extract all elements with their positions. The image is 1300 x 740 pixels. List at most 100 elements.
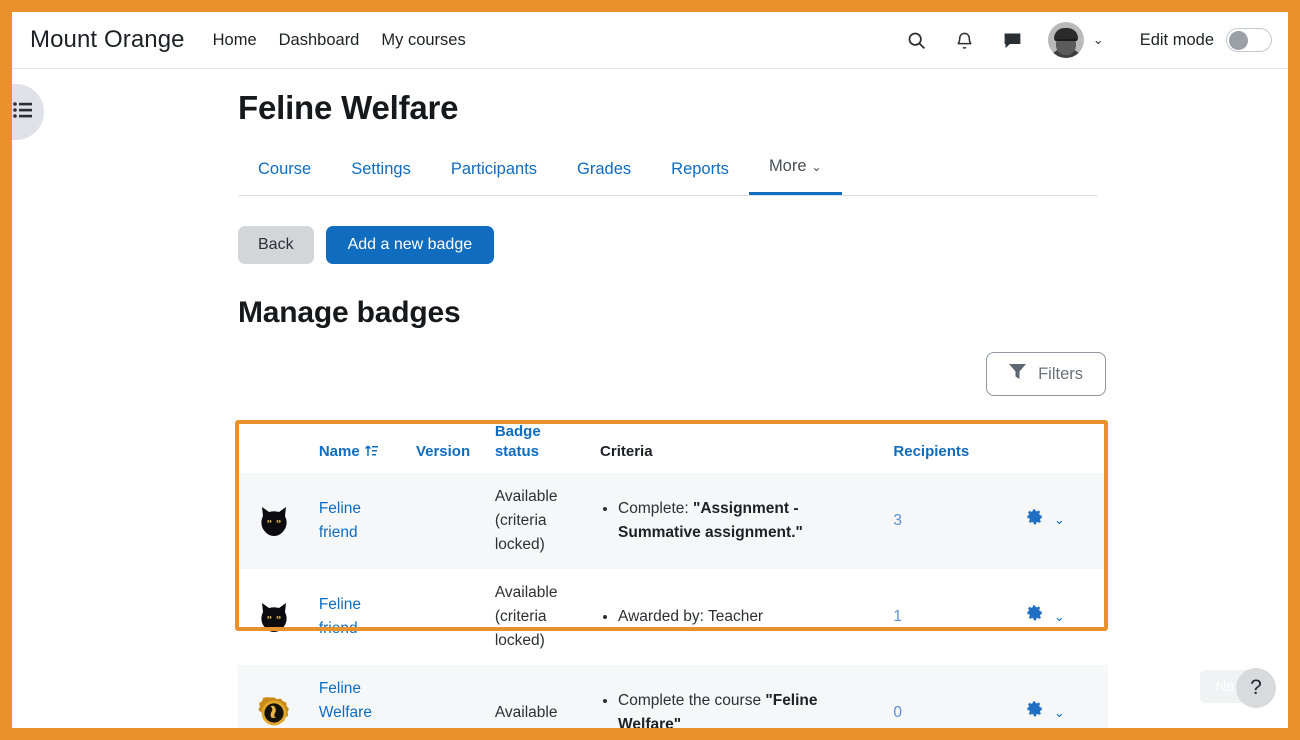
manage-badges-heading: Manage badges [238, 296, 1108, 330]
badge-name-cell: Feline friend [311, 473, 408, 569]
badge-actions-menu[interactable]: ⌄ [1025, 507, 1100, 534]
sort-ascending-icon [364, 443, 379, 460]
filters-row: Filters [238, 352, 1108, 396]
table-header-row: Name Version [238, 414, 1108, 473]
filters-label: Filters [1038, 365, 1083, 384]
criteria-list: Complete the course "Feline Welfare" [600, 689, 877, 728]
tab-more-label: More [769, 157, 807, 176]
badge-name-link[interactable]: Feline friend [319, 596, 361, 637]
course-nav-tabs: Course Settings Participants Grades Repo… [238, 149, 1098, 196]
header-name-label: Name [319, 443, 360, 460]
message-icon[interactable] [1000, 27, 1026, 53]
badge-status-cell: Available [487, 665, 592, 728]
badge-image-cell [238, 473, 311, 569]
navbar-right-cluster: ⌄ Edit mode [904, 22, 1272, 58]
browser-page: Mount Orange Home Dashboard My courses [12, 12, 1288, 728]
search-icon[interactable] [904, 27, 930, 53]
badge-name-link[interactable]: Feline Welfare Level 1 [319, 680, 372, 728]
badge-criteria-cell: Complete the course "Feline Welfare" [592, 665, 885, 728]
user-menu[interactable]: ⌄ [1048, 22, 1104, 58]
tab-course[interactable]: Course [238, 152, 331, 195]
header-version[interactable]: Version [408, 414, 487, 473]
badge-recipients-cell: 0 [885, 665, 1017, 728]
criteria-prefix: Awarded by: Teacher [618, 608, 763, 625]
table-row: Feline Welfare Level 1 Available Complet… [238, 665, 1108, 728]
badge-status-cell: Available (criteria locked) [487, 473, 592, 569]
badge-actions-menu[interactable]: ⌄ [1025, 603, 1100, 630]
tab-settings[interactable]: Settings [331, 152, 431, 195]
filters-button[interactable]: Filters [986, 352, 1106, 396]
edit-mode-label: Edit mode [1140, 31, 1214, 50]
chevron-down-icon[interactable]: ⌄ [1054, 510, 1065, 530]
badge-actions-cell: ⌄ [1017, 665, 1108, 728]
toggle-knob [1229, 31, 1248, 50]
badge-actions-menu[interactable]: ⌄ [1025, 699, 1100, 726]
badge-criteria-cell: Complete: "Assignment - Summative assign… [592, 473, 885, 569]
header-actions [1017, 414, 1108, 473]
table-row: Feline friend Available (criteria locked… [238, 569, 1108, 665]
table-row: Feline friend Available (criteria locked… [238, 473, 1108, 569]
criteria-item: Complete: "Assignment - Summative assign… [618, 497, 877, 545]
edit-mode-toggle[interactable] [1226, 28, 1272, 52]
header-name[interactable]: Name [311, 414, 408, 473]
site-brand[interactable]: Mount Orange [30, 26, 185, 54]
chevron-down-icon: ⌄ [812, 160, 822, 174]
chevron-down-icon: ⌄ [1093, 32, 1104, 48]
header-badge-status[interactable]: Badge status [487, 414, 592, 473]
badge-version-cell [408, 665, 487, 728]
nav-link-home[interactable]: Home [213, 31, 257, 50]
page-action-buttons: Back Add a new badge [238, 226, 1108, 264]
criteria-item: Awarded by: Teacher [618, 605, 877, 629]
criteria-list: Complete: "Assignment - Summative assign… [600, 497, 877, 545]
tab-more[interactable]: More ⌄ [749, 149, 842, 195]
nav-link-dashboard[interactable]: Dashboard [279, 31, 360, 50]
badge-status-cell: Available (criteria locked) [487, 569, 592, 665]
badge-recipients-cell: 3 [885, 473, 1017, 569]
gear-icon[interactable] [1025, 603, 1044, 630]
badge-version-cell [408, 569, 487, 665]
badge-actions-cell: ⌄ [1017, 473, 1108, 569]
back-button[interactable]: Back [238, 226, 314, 264]
criteria-prefix: Complete: [618, 500, 693, 517]
badge-criteria-cell: Awarded by: Teacher [592, 569, 885, 665]
chevron-down-icon[interactable]: ⌄ [1054, 703, 1065, 723]
primary-nav: Home Dashboard My courses [213, 31, 466, 50]
nav-link-my-courses[interactable]: My courses [381, 31, 465, 50]
gear-icon[interactable] [1025, 699, 1044, 726]
gold-medallion-badge-icon [257, 696, 291, 728]
badge-recipients-cell: 1 [885, 569, 1017, 665]
badge-image-cell [238, 665, 311, 728]
black-cat-badge-icon [257, 504, 291, 538]
header-criteria: Criteria [592, 414, 885, 473]
tab-grades[interactable]: Grades [557, 152, 651, 195]
badge-version-cell [408, 473, 487, 569]
add-a-new-badge-button[interactable]: Add a new badge [326, 226, 495, 264]
chevron-down-icon[interactable]: ⌄ [1054, 607, 1065, 627]
criteria-prefix: Complete the course [618, 692, 765, 709]
criteria-list: Awarded by: Teacher [600, 605, 877, 629]
edit-mode-control[interactable]: Edit mode [1140, 28, 1272, 52]
badge-name-cell: Feline Welfare Level 1 [311, 665, 408, 728]
badge-image-cell [238, 569, 311, 665]
black-cat-badge-icon [257, 600, 291, 634]
recipients-link[interactable]: 1 [893, 608, 902, 625]
main-content: Feline Welfare Course Settings Participa… [12, 89, 1288, 728]
tab-participants[interactable]: Participants [431, 152, 557, 195]
gear-icon[interactable] [1025, 507, 1044, 534]
badge-actions-cell: ⌄ [1017, 569, 1108, 665]
list-menu-icon [13, 102, 33, 123]
funnel-icon [1009, 364, 1026, 384]
help-button[interactable]: ? [1236, 668, 1276, 708]
badges-table-wrapper: Name Version [238, 414, 1108, 728]
bell-icon[interactable] [952, 27, 978, 53]
recipients-link[interactable]: 0 [893, 704, 902, 721]
header-recipients[interactable]: Recipients [885, 414, 1017, 473]
avatar [1048, 22, 1084, 58]
page-title: Feline Welfare [238, 89, 1108, 127]
tab-reports[interactable]: Reports [651, 152, 749, 195]
badge-name-link[interactable]: Feline friend [319, 500, 361, 541]
screenshot-viewport: Mount Orange Home Dashboard My courses [0, 0, 1300, 740]
recipients-link[interactable]: 3 [893, 512, 902, 529]
badge-name-cell: Feline friend [311, 569, 408, 665]
badges-table-body: Feline friend Available (criteria locked… [238, 473, 1108, 729]
